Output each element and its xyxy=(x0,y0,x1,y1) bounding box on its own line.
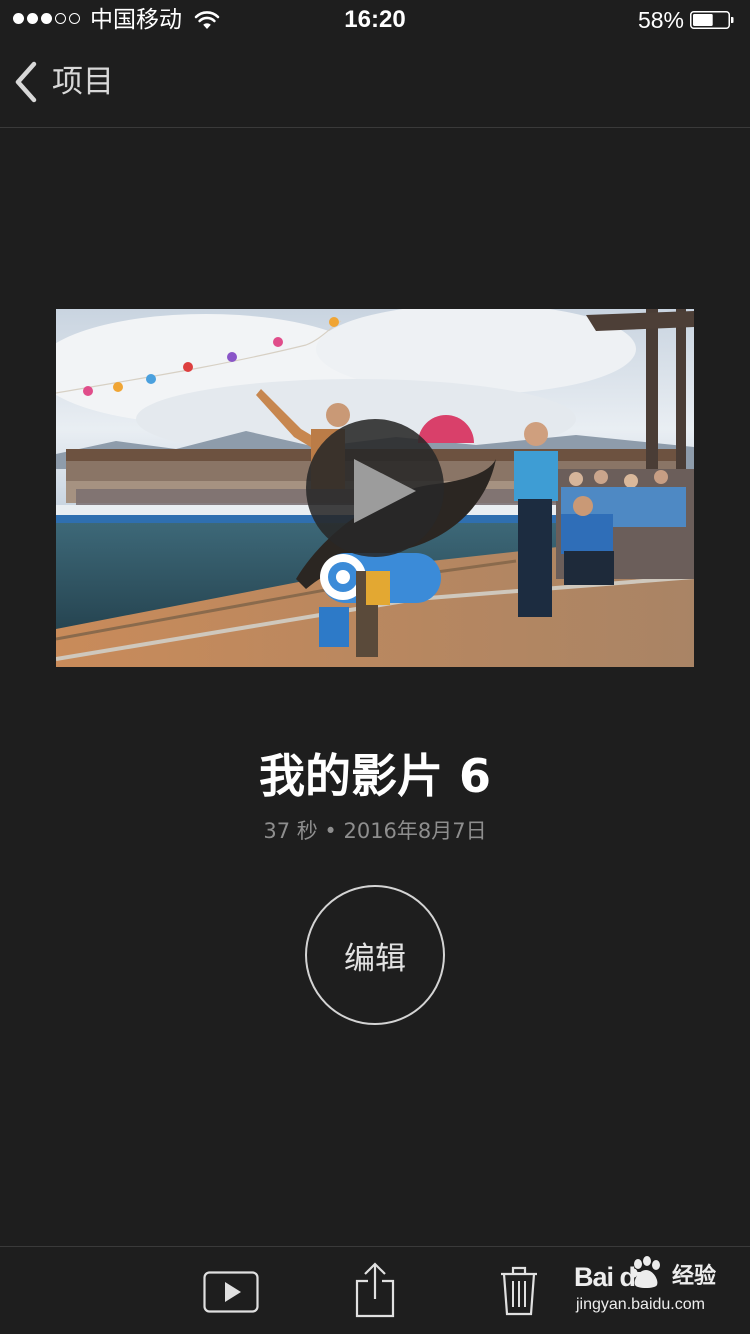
play-video-button[interactable] xyxy=(306,419,444,557)
battery-icon xyxy=(690,11,734,29)
back-button[interactable]: 项目 xyxy=(12,58,114,106)
toolbar-play-button[interactable] xyxy=(203,1271,259,1313)
edit-button[interactable]: 编辑 xyxy=(305,885,445,1025)
status-bar: 中国移动 16:20 58% xyxy=(0,0,750,40)
watermark-product: 经验 xyxy=(672,1264,717,1289)
navigation-bar: 项目 xyxy=(0,40,750,128)
play-icon xyxy=(354,459,416,523)
project-duration-date: 37 秒 • 2016年8月7日 xyxy=(263,819,487,843)
toolbar-share-button[interactable] xyxy=(354,1261,396,1319)
video-thumbnail[interactable] xyxy=(56,309,694,667)
watermark-url: jingyan.baidu.com xyxy=(576,1296,705,1313)
baidu-jingyan-watermark: Bai du 经验 jingyan.baidu.com xyxy=(574,1256,724,1322)
back-button-label: 项目 xyxy=(52,64,114,100)
edit-button-label: 编辑 xyxy=(344,940,406,977)
chevron-left-icon xyxy=(15,61,37,103)
share-icon xyxy=(355,1262,395,1318)
toolbar-delete-button[interactable] xyxy=(499,1265,539,1317)
project-title: 我的影片 6 xyxy=(258,749,492,803)
paw-logo-icon xyxy=(630,1256,660,1288)
battery-percentage: 58% xyxy=(637,7,684,33)
trash-icon xyxy=(501,1266,537,1316)
play-icon xyxy=(203,1271,259,1313)
